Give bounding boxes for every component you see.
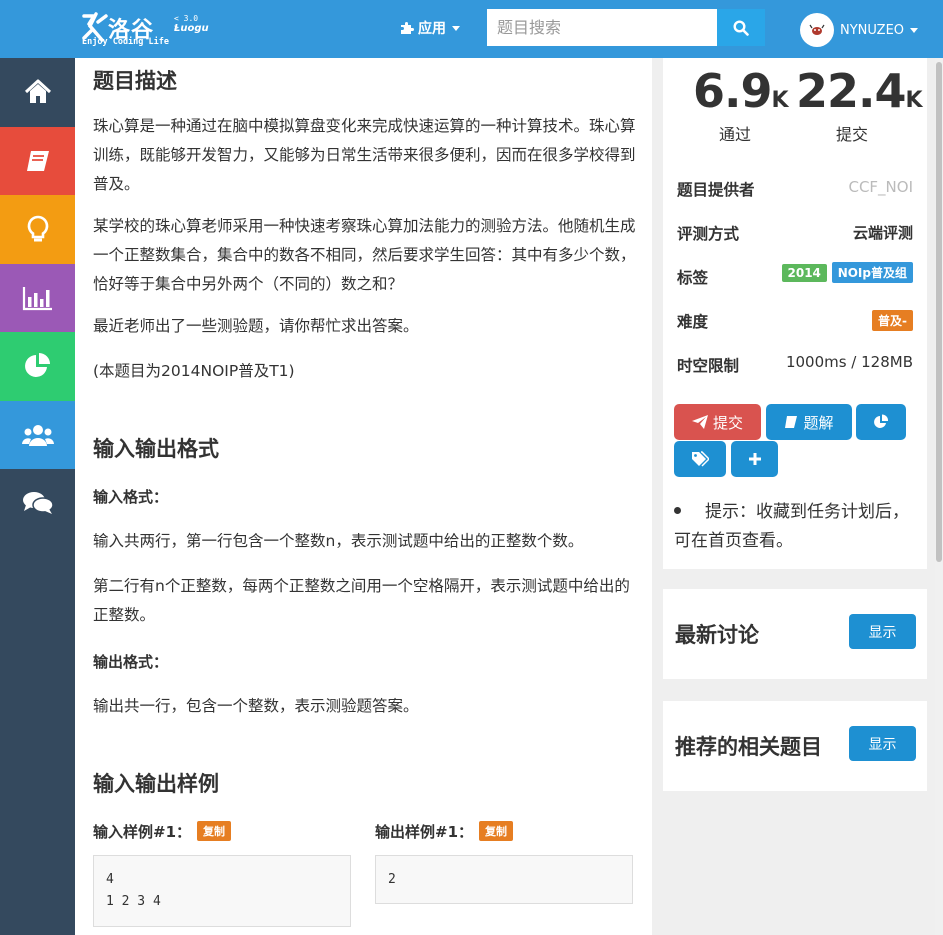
bullet-icon	[674, 507, 681, 514]
tag-badge[interactable]: NOIp普及组	[831, 262, 913, 283]
tag-badge[interactable]: 2014	[781, 264, 827, 282]
difficulty-badge-wrap: 普及-	[872, 310, 913, 331]
description-heading: 题目描述	[93, 69, 177, 93]
page-scrollbar[interactable]	[935, 58, 943, 935]
sidebar-item-chat[interactable]	[0, 469, 75, 538]
latest-discuss-title: 最新讨论	[675, 623, 759, 647]
provider-label: 题目提供者	[677, 181, 755, 199]
problem-info-panel: 6.9K 通过 22.4K 提交 题目提供者 CCF_NOI 评测方式 云端评测…	[663, 58, 927, 569]
latest-discuss-panel: 最新讨论 显示	[663, 589, 927, 679]
puzzle-icon	[401, 22, 414, 34]
sidebar-item-discuss-groups[interactable]	[0, 400, 75, 469]
username: NYNUZEO	[840, 22, 905, 38]
home-icon	[24, 79, 51, 104]
add-to-list-button[interactable]	[731, 441, 778, 477]
input-format-label: 输入格式：	[93, 488, 169, 506]
sidebar-item-ranking[interactable]	[0, 263, 75, 332]
copy-input-button[interactable]: 复制	[197, 821, 232, 841]
book-icon	[26, 150, 49, 171]
passed-count: 6.9K	[693, 64, 789, 118]
plus-icon	[748, 453, 761, 465]
judge-label: 评测方式	[677, 225, 740, 243]
description-paragraph: 某学校的珠心算老师采用一种快速考察珠心算加法能力的测验方法。他随机生成一个正整数…	[93, 217, 636, 293]
tags-label: 标签	[677, 269, 709, 287]
input-sample-box[interactable]: 4 1 2 3 4	[93, 855, 351, 927]
sidebar-item-problems[interactable]	[0, 126, 75, 195]
related-problems-title: 推荐的相关题目	[675, 735, 822, 759]
limit-value: 1000ms / 128MB	[785, 353, 913, 371]
tags-list: 2014 NOIp普及组	[781, 262, 913, 283]
pie-chart-icon	[874, 414, 889, 428]
logo-latin: Luogu	[174, 23, 209, 34]
difficulty-badge: 普及-	[872, 310, 913, 331]
provider-value[interactable]: CCF_NOI	[848, 178, 913, 196]
chevron-down-icon	[452, 25, 460, 31]
submit-button[interactable]: 提交	[674, 404, 761, 440]
scrollbar-thumb[interactable]	[936, 62, 942, 562]
tip-text: 提示：收藏到任务计划后，可在首页查看。	[674, 502, 909, 551]
judge-value: 云端评测	[852, 224, 913, 242]
bar-chart-icon	[22, 286, 52, 310]
description-paragraph: 最近老师出了一些测验题，请你帮忙求出答案。	[93, 317, 419, 335]
description-paragraph: (本题目为2014NOIP普及T1)	[93, 362, 295, 380]
tag-button[interactable]	[674, 441, 726, 477]
output-format-paragraph: 输出共一行，包含一个整数，表示测验题答案。	[93, 697, 419, 715]
search-icon	[733, 19, 749, 36]
apps-menu[interactable]: 应用	[400, 18, 460, 38]
solution-button[interactable]: 题解	[766, 404, 852, 440]
sidebar	[0, 58, 75, 935]
sidebar-item-training[interactable]	[0, 195, 75, 264]
show-related-button[interactable]: 显示	[849, 726, 916, 761]
output-sample-box[interactable]: 2	[375, 855, 633, 904]
chevron-down-icon	[910, 27, 919, 33]
difficulty-label: 难度	[677, 313, 709, 331]
sidebar-item-home[interactable]	[0, 58, 75, 127]
samples-heading: 输入输出样例	[93, 772, 219, 796]
input-format-paragraph: 第二行有n个正整数，每两个正整数之间用一个空格隔开，表示测试题中给出的正整数。	[93, 577, 630, 624]
book-icon	[785, 416, 798, 428]
limit-label: 时空限制	[677, 357, 740, 375]
tags-icon	[692, 451, 709, 467]
input-sample-label: 输入样例#1：	[93, 823, 192, 841]
logo-slogan: Enjoy Coding Life	[82, 37, 169, 47]
sidebar-item-records[interactable]	[0, 332, 75, 401]
luogu-logo[interactable]: 洛谷 < 3.0 > Luogu Enjoy Coding Life	[80, 10, 209, 48]
input-format-paragraph: 输入共两行，第一行包含一个整数n，表示测试题中给出的正整数个数。	[93, 532, 584, 550]
submitted-count: 22.4K	[796, 64, 923, 118]
apps-label: 应用	[418, 21, 446, 37]
avatar-icon	[809, 24, 825, 35]
search-input[interactable]	[487, 9, 717, 46]
output-sample-label: 输出样例#1：	[375, 823, 474, 841]
input-sample-header: 输入样例#1： 复制	[93, 821, 232, 842]
search-button[interactable]	[717, 9, 765, 46]
users-icon	[21, 424, 54, 446]
user-menu[interactable]: NYNUZEO	[800, 13, 919, 47]
submitted-label: 提交	[836, 125, 869, 144]
paper-plane-icon	[691, 415, 708, 429]
related-problems-panel: 推荐的相关题目 显示	[663, 701, 927, 791]
io-format-heading: 输入输出格式	[93, 437, 219, 461]
output-format-label: 输出格式：	[93, 653, 169, 671]
top-navbar: 洛谷 < 3.0 > Luogu Enjoy Coding Life 应用 NY…	[0, 0, 943, 58]
avatar[interactable]	[800, 13, 834, 47]
lightbulb-icon	[27, 215, 48, 242]
description-paragraph: 珠心算是一种通过在脑中模拟算盘变化来完成快速运算的一种计算技术。珠心算训练，既能…	[93, 117, 636, 193]
comments-icon	[22, 492, 54, 515]
passed-label: 通过	[719, 125, 752, 144]
output-sample-header: 输出样例#1： 复制	[375, 821, 514, 842]
copy-output-button[interactable]: 复制	[479, 821, 514, 841]
pie-chart-icon	[24, 353, 50, 378]
show-discuss-button[interactable]: 显示	[849, 614, 916, 649]
problem-content: 题目描述 珠心算是一种通过在脑中模拟算盘变化来完成快速运算的一种计算技术。珠心算…	[75, 58, 652, 935]
statistics-button[interactable]	[856, 404, 906, 440]
